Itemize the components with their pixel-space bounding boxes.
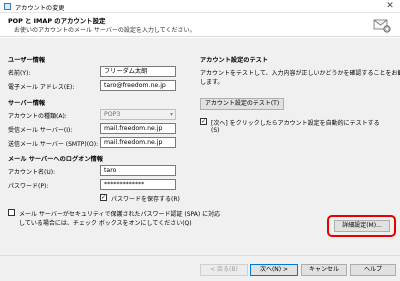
save-password-label: パスワードを保存する(R) bbox=[111, 196, 180, 203]
dialog-subtitle: お使いのアカウントのメール サーバーの設定を入力してください。 bbox=[14, 27, 196, 34]
outlook-app-icon bbox=[4, 3, 11, 10]
account-name-field[interactable]: taro bbox=[100, 165, 176, 176]
back-button[interactable]: < 戻る(B) bbox=[200, 264, 248, 276]
spa-checkbox[interactable] bbox=[8, 209, 15, 216]
test-account-button[interactable]: アカウント設定のテスト(T) bbox=[200, 98, 284, 110]
auto-test-checkbox[interactable]: ✓ bbox=[200, 118, 207, 125]
dialog-footer: < 戻る(B) 次へ(N) > キャンセル ヘルプ bbox=[0, 255, 400, 281]
dropdown-chevron-icon: ▾ bbox=[169, 111, 173, 118]
outgoing-server-field[interactable]: mail.freedom.ne.jp bbox=[100, 137, 176, 148]
password-label: パスワード(P): bbox=[8, 183, 49, 190]
spa-label-line2: している場合には、チェック ボックスをオンにしてください(Q) bbox=[19, 220, 192, 227]
server-info-heading: サーバー情報 bbox=[8, 100, 46, 107]
next-button[interactable]: 次へ(N) > bbox=[250, 264, 298, 276]
incoming-server-field[interactable]: mail.freedom.ne.jp bbox=[100, 123, 176, 134]
test-description-line1: アカウントをテストして、入力内容が正しいかどうかを確認することをお勧め bbox=[200, 70, 400, 77]
dialog-header: POP と IMAP のアカウント設定 お使いのアカウントのメール サーバーの設… bbox=[0, 13, 400, 37]
auto-test-label-line2: (S) bbox=[211, 127, 220, 134]
account-type-label: アカウントの種類(A): bbox=[8, 113, 67, 120]
outgoing-server-label: 送信メール サーバー (SMTP)(O): bbox=[8, 141, 99, 148]
auto-test-label-line1: [次へ] をクリックしたらアカウント設定を自動的にテストする bbox=[211, 120, 380, 127]
highlight-annotation bbox=[327, 215, 396, 237]
close-icon[interactable]: ✕ bbox=[384, 1, 396, 12]
name-label: 名前(Y): bbox=[8, 70, 31, 77]
checkmark-icon: ✓ bbox=[101, 194, 107, 201]
cancel-button[interactable]: キャンセル bbox=[301, 264, 347, 276]
account-type-select: POP3 ▾ bbox=[100, 109, 176, 120]
password-field[interactable]: ************* bbox=[100, 179, 176, 190]
name-field[interactable]: フリーダム太朗 bbox=[100, 66, 176, 77]
account-type-value: POP3 bbox=[104, 111, 121, 118]
window-titlebar: アカウントの変更 ✕ bbox=[0, 0, 400, 13]
email-label: 電子メール アドレス(E): bbox=[8, 84, 75, 91]
incoming-server-label: 受信メール サーバー(I): bbox=[8, 127, 73, 134]
checkmark-icon: ✓ bbox=[201, 118, 207, 125]
save-password-checkbox[interactable]: ✓ bbox=[100, 194, 107, 201]
test-heading: アカウント設定のテスト bbox=[200, 57, 269, 64]
email-field[interactable]: taro@freedom.ne.jp bbox=[100, 80, 176, 91]
logon-info-heading: メール サーバーへのログオン情報 bbox=[8, 156, 103, 163]
help-button[interactable]: ヘルプ bbox=[350, 264, 396, 276]
mail-settings-icon bbox=[373, 19, 391, 33]
dialog-title: POP と IMAP のアカウント設定 bbox=[8, 17, 106, 25]
account-name-label: アカウント名(U): bbox=[8, 169, 56, 176]
user-info-heading: ユーザー情報 bbox=[8, 57, 46, 64]
window-title: アカウントの変更 bbox=[15, 5, 65, 12]
spa-label-line1: メール サーバーがセキュリティで保護されたパスワード認証 (SPA) に対応 bbox=[19, 211, 221, 218]
test-description-line2: します。 bbox=[200, 79, 224, 86]
